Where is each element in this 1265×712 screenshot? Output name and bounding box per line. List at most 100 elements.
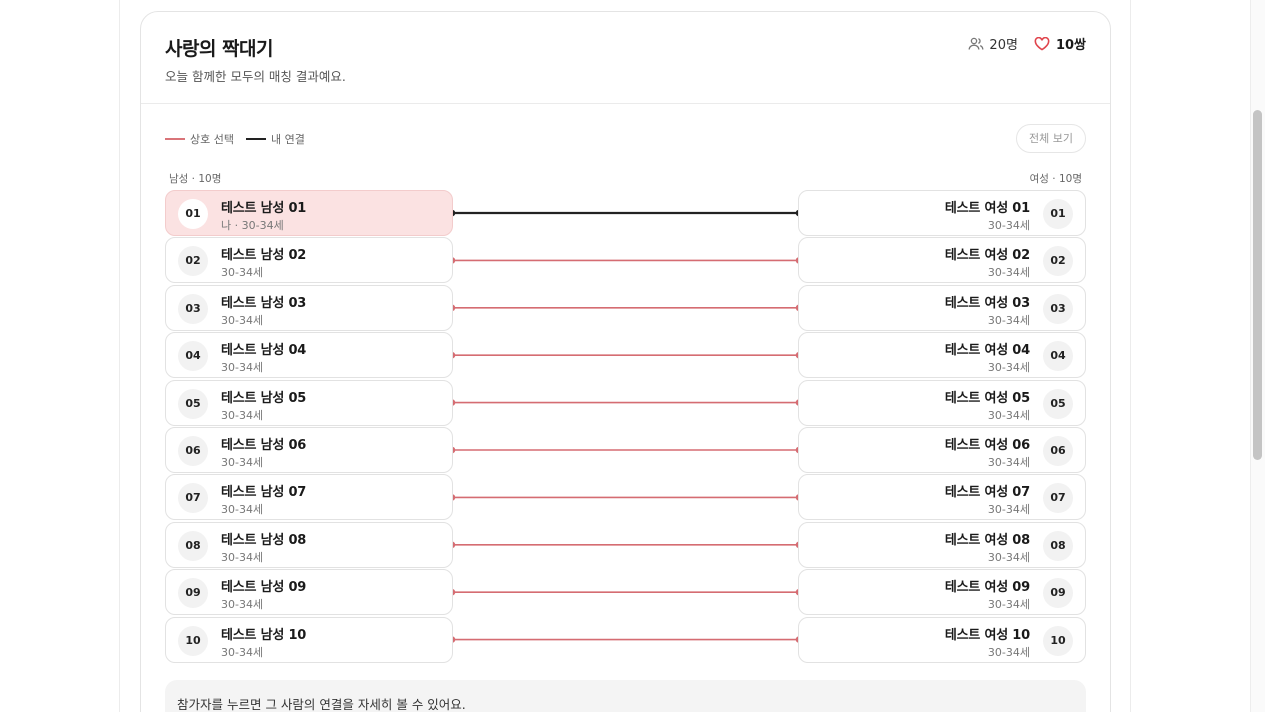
participant-age: 30-34세 xyxy=(221,550,264,564)
people-icon xyxy=(968,37,984,50)
page-subtitle: 오늘 함께한 모두의 매칭 결과예요. xyxy=(165,69,346,84)
participant-name: 테스트 여성 01 xyxy=(944,201,1030,216)
participant-number-badge: 03 xyxy=(178,293,208,324)
participant-age: 30-34세 xyxy=(987,219,1030,232)
male-participant-03[interactable]: 03 테스트 남성 03 30-34세 xyxy=(165,284,453,331)
page-divider-right xyxy=(1130,0,1131,712)
female-participant-04[interactable]: 04 테스트 여성 04 30-34세 xyxy=(798,332,1086,379)
participant-age: 30-34세 xyxy=(221,503,264,517)
legend: 상호 선택 내 연결 xyxy=(165,131,317,147)
participant-name: 테스트 남성 02 xyxy=(221,248,307,264)
card-header: 사랑의 짝대기 오늘 함께한 모두의 매칭 결과예요. 20명 10쌍 xyxy=(141,12,1110,104)
view-all-button[interactable]: 전체 보기 xyxy=(1016,124,1086,153)
participant-name: 테스트 남성 03 xyxy=(221,295,307,311)
participant-name: 테스트 남성 01 xyxy=(221,201,307,216)
participant-age: 30-34세 xyxy=(987,550,1030,564)
female-participant-02[interactable]: 02 테스트 여성 02 30-34세 xyxy=(798,237,1086,284)
participant-age: 30-34세 xyxy=(987,266,1030,280)
pairs-stat: 10쌍 xyxy=(1034,34,1086,53)
participant-age: 30-34세 xyxy=(221,456,264,469)
participant-name: 테스트 남성 10 xyxy=(221,627,307,643)
participant-name: 테스트 남성 09 xyxy=(221,580,307,596)
female-participant-10[interactable]: 10 테스트 여성 10 30-34세 xyxy=(798,616,1086,663)
male-participant-10[interactable]: 10 테스트 남성 10 30-34세 xyxy=(165,616,453,663)
participant-age: 30-34세 xyxy=(987,598,1030,612)
participant-name: 테스트 남성 04 xyxy=(221,343,307,359)
participant-number-badge: 10 xyxy=(178,625,208,656)
male-column-label: 남성 · 10명 xyxy=(169,173,222,185)
participant-name: 테스트 여성 02 xyxy=(944,248,1030,264)
male-participant-09[interactable]: 09 테스트 남성 09 30-34세 xyxy=(165,569,453,616)
participant-age: 30-34세 xyxy=(987,456,1030,469)
participant-age: 30-34세 xyxy=(221,313,264,327)
participant-name: 테스트 여성 08 xyxy=(944,532,1030,548)
participant-age: 30-34세 xyxy=(221,361,264,375)
participant-name: 테스트 여성 10 xyxy=(944,627,1030,643)
participant-age: 30-34세 xyxy=(987,313,1030,327)
participant-age: 30-34세 xyxy=(987,645,1030,659)
matching-card: 사랑의 짝대기 오늘 함께한 모두의 매칭 결과예요. 20명 10쌍 상호 선… xyxy=(140,11,1111,712)
participant-number-badge: 03 xyxy=(1043,293,1073,324)
participant-age: 30-34세 xyxy=(987,503,1030,517)
participant-age: 30-34세 xyxy=(221,266,264,280)
male-participant-04[interactable]: 04 테스트 남성 04 30-34세 xyxy=(165,332,453,379)
page: 사랑의 짝대기 오늘 함께한 모두의 매칭 결과예요. 20명 10쌍 상호 선… xyxy=(0,0,1265,712)
participant-number-badge: 01 xyxy=(1043,199,1073,229)
people-stat: 20명 xyxy=(968,34,1018,53)
pairs-count: 10쌍 xyxy=(1055,38,1086,53)
female-column-label: 여성 · 10명 xyxy=(1029,173,1082,185)
participant-number-badge: 07 xyxy=(1043,483,1073,514)
male-participant-02[interactable]: 02 테스트 남성 02 30-34세 xyxy=(165,237,453,284)
participant-age: 30-34세 xyxy=(987,361,1030,375)
participant-name: 테스트 남성 08 xyxy=(221,532,307,548)
participant-number-badge: 06 xyxy=(1043,436,1073,466)
legend-mine-swatch xyxy=(245,138,266,140)
participant-age: 30-34세 xyxy=(221,598,264,612)
female-participant-06[interactable]: 06 테스트 여성 06 30-34세 xyxy=(798,427,1086,473)
female-participant-05[interactable]: 05 테스트 여성 05 30-34세 xyxy=(798,379,1086,426)
participant-number-badge: 07 xyxy=(178,483,208,514)
hint-text: 참가자를 누르면 그 사람의 연결을 자세히 볼 수 있어요. xyxy=(177,697,466,712)
participant-name: 테스트 여성 06 xyxy=(944,438,1030,453)
participant-number-badge: 04 xyxy=(178,341,208,372)
participant-name: 테스트 남성 05 xyxy=(221,390,307,406)
participant-number-badge: 05 xyxy=(178,388,208,419)
legend-mutual-swatch xyxy=(165,138,185,140)
participant-number-badge: 06 xyxy=(178,436,208,466)
participant-name: 테스트 남성 06 xyxy=(221,438,307,453)
female-participant-07[interactable]: 07 테스트 여성 07 30-34세 xyxy=(798,474,1086,521)
participant-number-badge: 08 xyxy=(1043,530,1073,561)
female-participant-01[interactable]: 01 테스트 여성 01 30-34세 xyxy=(798,190,1086,236)
participant-number-badge: 01 xyxy=(178,199,208,229)
participant-number-badge: 10 xyxy=(1043,625,1073,656)
participant-number-badge: 04 xyxy=(1043,341,1073,372)
participant-age: 30-34세 xyxy=(987,408,1030,422)
male-participant-05[interactable]: 05 테스트 남성 05 30-34세 xyxy=(165,379,453,426)
legend-mutual: 상호 선택 xyxy=(165,131,234,147)
participant-number-badge: 08 xyxy=(178,530,208,561)
hint-box: 참가자를 누르면 그 사람의 연결을 자세히 볼 수 있어요. xyxy=(165,680,1086,712)
participant-number-badge: 09 xyxy=(178,578,208,609)
male-participant-08[interactable]: 08 테스트 남성 08 30-34세 xyxy=(165,521,453,568)
male-participant-07[interactable]: 07 테스트 남성 07 30-34세 xyxy=(165,474,453,521)
participant-name: 테스트 여성 07 xyxy=(944,485,1030,501)
participant-name: 테스트 여성 03 xyxy=(944,295,1030,311)
participant-number-badge: 02 xyxy=(178,246,208,277)
male-participant-06[interactable]: 06 테스트 남성 06 30-34세 xyxy=(165,427,453,473)
scrollbar-thumb[interactable] xyxy=(1253,110,1262,460)
heart-icon xyxy=(1034,36,1050,51)
participant-name: 테스트 여성 09 xyxy=(944,580,1030,596)
participant-age: 30-34세 xyxy=(221,645,264,659)
page-divider-left xyxy=(119,0,120,712)
legend-mutual-label: 상호 선택 xyxy=(190,133,234,146)
female-participant-08[interactable]: 08 테스트 여성 08 30-34세 xyxy=(798,521,1086,568)
male-participant-01[interactable]: 01 테스트 남성 01 나 · 30-34세 xyxy=(165,190,453,236)
participant-age: 30-34세 xyxy=(221,408,264,422)
female-participant-09[interactable]: 09 테스트 여성 09 30-34세 xyxy=(798,569,1086,616)
female-participant-03[interactable]: 03 테스트 여성 03 30-34세 xyxy=(798,284,1086,331)
legend-mine-label: 내 연결 xyxy=(270,133,305,146)
participant-number-badge: 02 xyxy=(1043,246,1073,277)
participant-name: 테스트 여성 04 xyxy=(944,343,1030,359)
participant-name: 테스트 남성 07 xyxy=(221,485,307,501)
participant-number-badge: 09 xyxy=(1043,578,1073,609)
